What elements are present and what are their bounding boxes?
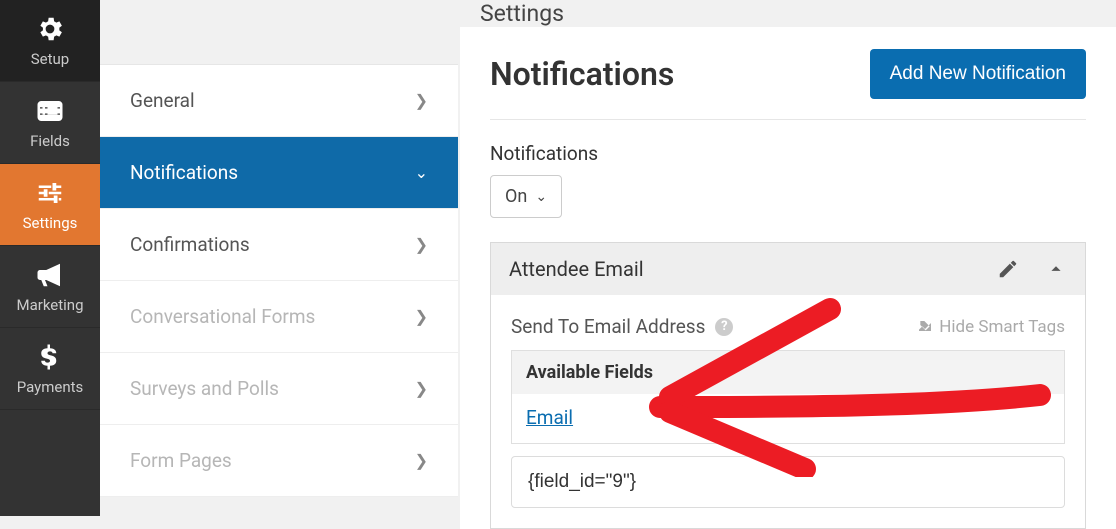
chevron-up-icon[interactable] [1045, 258, 1067, 280]
sidebar-item-label: Surveys and Polls [130, 377, 279, 400]
sidebar-item-label: Conversational Forms [130, 305, 315, 328]
settings-sidebar: General ❯ Notifications ⌄ Confirmations … [100, 0, 458, 516]
gear-icon [35, 14, 65, 44]
nav-marketing[interactable]: Marketing [0, 246, 100, 328]
notifications-label: Notifications [490, 142, 1086, 165]
add-notification-button[interactable]: Add New Notification [870, 49, 1086, 99]
panel-title: Attendee Email [509, 257, 644, 281]
nav-settings-label: Settings [23, 214, 78, 232]
chevron-right-icon: ❯ [415, 307, 428, 326]
nav-fields-label: Fields [30, 132, 70, 150]
hide-smart-tags-link[interactable]: Hide Smart Tags [917, 317, 1065, 337]
nav-payments-label: Payments [17, 378, 84, 396]
sidebar-item-confirmations[interactable]: Confirmations ❯ [100, 209, 458, 281]
nav-payments[interactable]: Payments [0, 328, 100, 410]
chevron-down-icon: ⌄ [415, 163, 428, 182]
sidebar-item-label: Confirmations [130, 233, 250, 256]
chevron-right-icon: ❯ [415, 235, 428, 254]
sidebar-item-label: Notifications [130, 161, 238, 184]
sidebar-item-label: Form Pages [130, 449, 232, 472]
page-title: Notifications [490, 55, 674, 93]
dropdown-value: On [505, 186, 527, 207]
sidebar-item-general[interactable]: General ❯ [100, 65, 458, 137]
sidebar-item-surveys[interactable]: Surveys and Polls ❯ [100, 353, 458, 425]
available-fields-box: Available Fields Email [511, 350, 1065, 444]
list-icon [35, 96, 65, 126]
bullhorn-icon [35, 260, 65, 290]
help-icon[interactable]: ? [715, 318, 733, 336]
tags-icon [917, 319, 933, 335]
sliders-icon [35, 178, 65, 208]
main-panel: Settings Notifications Add New Notificat… [458, 0, 1116, 516]
edit-icon[interactable] [997, 258, 1019, 280]
nav-settings[interactable]: Settings [0, 164, 100, 246]
notification-panel: Attendee Email Send To Email Address ? [490, 242, 1086, 529]
nav-marketing-label: Marketing [16, 296, 83, 314]
send-to-label: Send To Email Address [511, 315, 705, 338]
sidebar-item-notifications[interactable]: Notifications ⌄ [100, 137, 458, 209]
chevron-right-icon: ❯ [415, 451, 428, 470]
chevron-down-icon: ⌄ [535, 189, 547, 205]
nav-setup[interactable]: Setup [0, 0, 100, 82]
nav-setup-label: Setup [31, 50, 69, 68]
field-email-link[interactable]: Email [512, 394, 1064, 443]
sidebar-item-conversational[interactable]: Conversational Forms ❯ [100, 281, 458, 353]
send-to-input[interactable] [511, 456, 1065, 508]
nav-fields[interactable]: Fields [0, 82, 100, 164]
sidebar-item-label: General [130, 89, 195, 112]
notifications-status-dropdown[interactable]: On ⌄ [490, 175, 562, 218]
chevron-right-icon: ❯ [415, 91, 428, 110]
sidebar-item-formpages[interactable]: Form Pages ❯ [100, 425, 458, 497]
page-header: Settings [458, 0, 1116, 27]
available-fields-heading: Available Fields [512, 351, 1064, 394]
chevron-right-icon: ❯ [415, 379, 428, 398]
primary-nav: Setup Fields Settings Marketing Payments [0, 0, 100, 516]
dollar-icon [35, 342, 65, 372]
